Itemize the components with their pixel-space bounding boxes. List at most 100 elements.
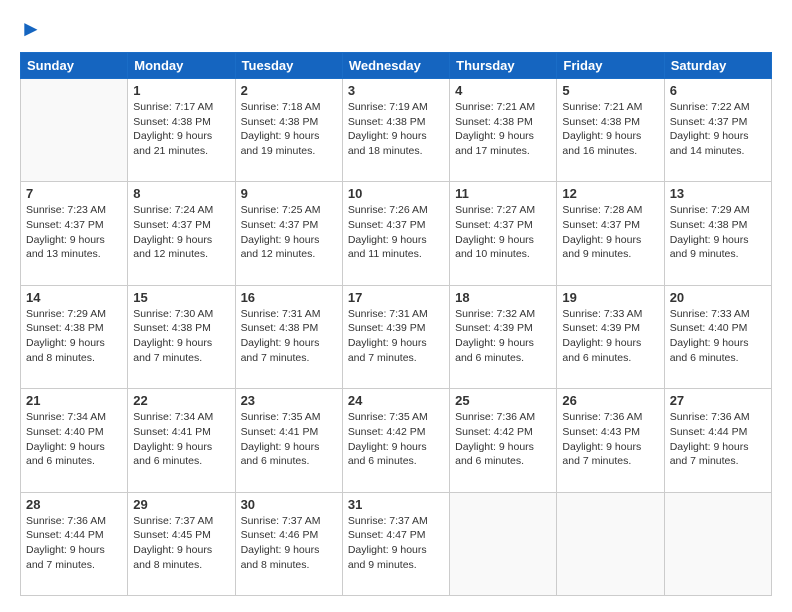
day-info: Sunrise: 7:19 AMSunset: 4:38 PMDaylight:… bbox=[348, 100, 444, 159]
weekday-header-thursday: Thursday bbox=[450, 53, 557, 79]
day-info: Sunrise: 7:33 AMSunset: 4:40 PMDaylight:… bbox=[670, 307, 766, 366]
calendar-cell: 21 Sunrise: 7:34 AMSunset: 4:40 PMDayligh… bbox=[21, 389, 128, 492]
day-number: 6 bbox=[670, 83, 766, 98]
day-info: Sunrise: 7:36 AMSunset: 4:43 PMDaylight:… bbox=[562, 410, 658, 469]
day-number: 13 bbox=[670, 186, 766, 201]
day-info: Sunrise: 7:33 AMSunset: 4:39 PMDaylight:… bbox=[562, 307, 658, 366]
calendar-cell: 22 Sunrise: 7:34 AMSunset: 4:41 PMDayligh… bbox=[128, 389, 235, 492]
day-info: Sunrise: 7:37 AMSunset: 4:46 PMDaylight:… bbox=[241, 514, 337, 573]
day-info: Sunrise: 7:36 AMSunset: 4:44 PMDaylight:… bbox=[26, 514, 122, 573]
weekday-header-row: SundayMondayTuesdayWednesdayThursdayFrid… bbox=[21, 53, 772, 79]
day-info: Sunrise: 7:30 AMSunset: 4:38 PMDaylight:… bbox=[133, 307, 229, 366]
calendar-cell bbox=[557, 492, 664, 595]
day-info: Sunrise: 7:35 AMSunset: 4:41 PMDaylight:… bbox=[241, 410, 337, 469]
day-info: Sunrise: 7:21 AMSunset: 4:38 PMDaylight:… bbox=[455, 100, 551, 159]
day-number: 7 bbox=[26, 186, 122, 201]
calendar-cell: 18 Sunrise: 7:32 AMSunset: 4:39 PMDayligh… bbox=[450, 285, 557, 388]
weekday-header-wednesday: Wednesday bbox=[342, 53, 449, 79]
day-info: Sunrise: 7:17 AMSunset: 4:38 PMDaylight:… bbox=[133, 100, 229, 159]
day-number: 11 bbox=[455, 186, 551, 201]
day-info: Sunrise: 7:18 AMSunset: 4:38 PMDaylight:… bbox=[241, 100, 337, 159]
calendar-cell: 25 Sunrise: 7:36 AMSunset: 4:42 PMDayligh… bbox=[450, 389, 557, 492]
calendar-cell: 8 Sunrise: 7:24 AMSunset: 4:37 PMDaylight… bbox=[128, 182, 235, 285]
day-info: Sunrise: 7:21 AMSunset: 4:38 PMDaylight:… bbox=[562, 100, 658, 159]
page: ► SundayMondayTuesdayWednesdayThursdayFr… bbox=[0, 0, 792, 612]
calendar-cell bbox=[664, 492, 771, 595]
day-info: Sunrise: 7:36 AMSunset: 4:42 PMDaylight:… bbox=[455, 410, 551, 469]
calendar-cell: 30 Sunrise: 7:37 AMSunset: 4:46 PMDayligh… bbox=[235, 492, 342, 595]
day-number: 16 bbox=[241, 290, 337, 305]
calendar-cell: 15 Sunrise: 7:30 AMSunset: 4:38 PMDayligh… bbox=[128, 285, 235, 388]
calendar-cell: 28 Sunrise: 7:36 AMSunset: 4:44 PMDayligh… bbox=[21, 492, 128, 595]
day-info: Sunrise: 7:35 AMSunset: 4:42 PMDaylight:… bbox=[348, 410, 444, 469]
day-number: 30 bbox=[241, 497, 337, 512]
day-number: 15 bbox=[133, 290, 229, 305]
calendar-cell: 1Sunrise: 7:17 AMSunset: 4:38 PMDaylight… bbox=[128, 79, 235, 182]
calendar-cell: 12Sunrise: 7:28 AMSunset: 4:37 PMDayligh… bbox=[557, 182, 664, 285]
day-number: 25 bbox=[455, 393, 551, 408]
day-number: 31 bbox=[348, 497, 444, 512]
calendar-cell: 9 Sunrise: 7:25 AMSunset: 4:37 PMDaylight… bbox=[235, 182, 342, 285]
day-number: 29 bbox=[133, 497, 229, 512]
calendar-cell: 10 Sunrise: 7:26 AMSunset: 4:37 PMDayligh… bbox=[342, 182, 449, 285]
calendar-cell: 27 Sunrise: 7:36 AMSunset: 4:44 PMDayligh… bbox=[664, 389, 771, 492]
day-number: 8 bbox=[133, 186, 229, 201]
day-number: 14 bbox=[26, 290, 122, 305]
calendar-cell: 11 Sunrise: 7:27 AMSunset: 4:37 PMDayligh… bbox=[450, 182, 557, 285]
day-info: Sunrise: 7:37 AMSunset: 4:45 PMDaylight:… bbox=[133, 514, 229, 573]
day-info: Sunrise: 7:32 AMSunset: 4:39 PMDaylight:… bbox=[455, 307, 551, 366]
calendar-cell: 17Sunrise: 7:31 AMSunset: 4:39 PMDayligh… bbox=[342, 285, 449, 388]
day-number: 5 bbox=[562, 83, 658, 98]
day-number: 18 bbox=[455, 290, 551, 305]
calendar-cell: 5 Sunrise: 7:21 AMSunset: 4:38 PMDaylight… bbox=[557, 79, 664, 182]
calendar-cell: 14 Sunrise: 7:29 AMSunset: 4:38 PMDayligh… bbox=[21, 285, 128, 388]
calendar-cell: 23Sunrise: 7:35 AMSunset: 4:41 PMDayligh… bbox=[235, 389, 342, 492]
day-info: Sunrise: 7:31 AMSunset: 4:39 PMDaylight:… bbox=[348, 307, 444, 366]
day-number: 4 bbox=[455, 83, 551, 98]
weekday-header-friday: Friday bbox=[557, 53, 664, 79]
day-info: Sunrise: 7:24 AMSunset: 4:37 PMDaylight:… bbox=[133, 203, 229, 262]
day-info: Sunrise: 7:29 AMSunset: 4:38 PMDaylight:… bbox=[670, 203, 766, 262]
day-number: 21 bbox=[26, 393, 122, 408]
calendar-cell: 29 Sunrise: 7:37 AMSunset: 4:45 PMDayligh… bbox=[128, 492, 235, 595]
day-info: Sunrise: 7:22 AMSunset: 4:37 PMDaylight:… bbox=[670, 100, 766, 159]
day-info: Sunrise: 7:29 AMSunset: 4:38 PMDaylight:… bbox=[26, 307, 122, 366]
day-number: 24 bbox=[348, 393, 444, 408]
day-number: 9 bbox=[241, 186, 337, 201]
day-info: Sunrise: 7:34 AMSunset: 4:40 PMDaylight:… bbox=[26, 410, 122, 469]
day-number: 26 bbox=[562, 393, 658, 408]
week-row-1: 7 Sunrise: 7:23 AMSunset: 4:37 PMDaylight… bbox=[21, 182, 772, 285]
calendar-cell: 2Sunrise: 7:18 AMSunset: 4:38 PMDaylight… bbox=[235, 79, 342, 182]
calendar-cell: 26 Sunrise: 7:36 AMSunset: 4:43 PMDayligh… bbox=[557, 389, 664, 492]
weekday-header-sunday: Sunday bbox=[21, 53, 128, 79]
day-number: 20 bbox=[670, 290, 766, 305]
weekday-header-saturday: Saturday bbox=[664, 53, 771, 79]
day-info: Sunrise: 7:34 AMSunset: 4:41 PMDaylight:… bbox=[133, 410, 229, 469]
day-number: 28 bbox=[26, 497, 122, 512]
calendar-cell: 6 Sunrise: 7:22 AMSunset: 4:37 PMDaylight… bbox=[664, 79, 771, 182]
calendar-cell bbox=[21, 79, 128, 182]
calendar-cell: 13 Sunrise: 7:29 AMSunset: 4:38 PMDayligh… bbox=[664, 182, 771, 285]
day-info: Sunrise: 7:36 AMSunset: 4:44 PMDaylight:… bbox=[670, 410, 766, 469]
day-info: Sunrise: 7:37 AMSunset: 4:47 PMDaylight:… bbox=[348, 514, 444, 573]
day-number: 3 bbox=[348, 83, 444, 98]
day-info: Sunrise: 7:23 AMSunset: 4:37 PMDaylight:… bbox=[26, 203, 122, 262]
weekday-header-tuesday: Tuesday bbox=[235, 53, 342, 79]
header: ► bbox=[20, 16, 772, 42]
week-row-2: 14 Sunrise: 7:29 AMSunset: 4:38 PMDayligh… bbox=[21, 285, 772, 388]
logo-triangle-icon: ► bbox=[20, 16, 42, 42]
day-number: 10 bbox=[348, 186, 444, 201]
day-number: 19 bbox=[562, 290, 658, 305]
day-info: Sunrise: 7:25 AMSunset: 4:37 PMDaylight:… bbox=[241, 203, 337, 262]
week-row-0: 1Sunrise: 7:17 AMSunset: 4:38 PMDaylight… bbox=[21, 79, 772, 182]
day-info: Sunrise: 7:27 AMSunset: 4:37 PMDaylight:… bbox=[455, 203, 551, 262]
day-info: Sunrise: 7:31 AMSunset: 4:38 PMDaylight:… bbox=[241, 307, 337, 366]
calendar-cell bbox=[450, 492, 557, 595]
day-number: 27 bbox=[670, 393, 766, 408]
calendar-cell: 4 Sunrise: 7:21 AMSunset: 4:38 PMDaylight… bbox=[450, 79, 557, 182]
day-number: 22 bbox=[133, 393, 229, 408]
calendar-cell: 16 Sunrise: 7:31 AMSunset: 4:38 PMDayligh… bbox=[235, 285, 342, 388]
week-row-4: 28 Sunrise: 7:36 AMSunset: 4:44 PMDayligh… bbox=[21, 492, 772, 595]
calendar-cell: 24 Sunrise: 7:35 AMSunset: 4:42 PMDayligh… bbox=[342, 389, 449, 492]
day-info: Sunrise: 7:26 AMSunset: 4:37 PMDaylight:… bbox=[348, 203, 444, 262]
